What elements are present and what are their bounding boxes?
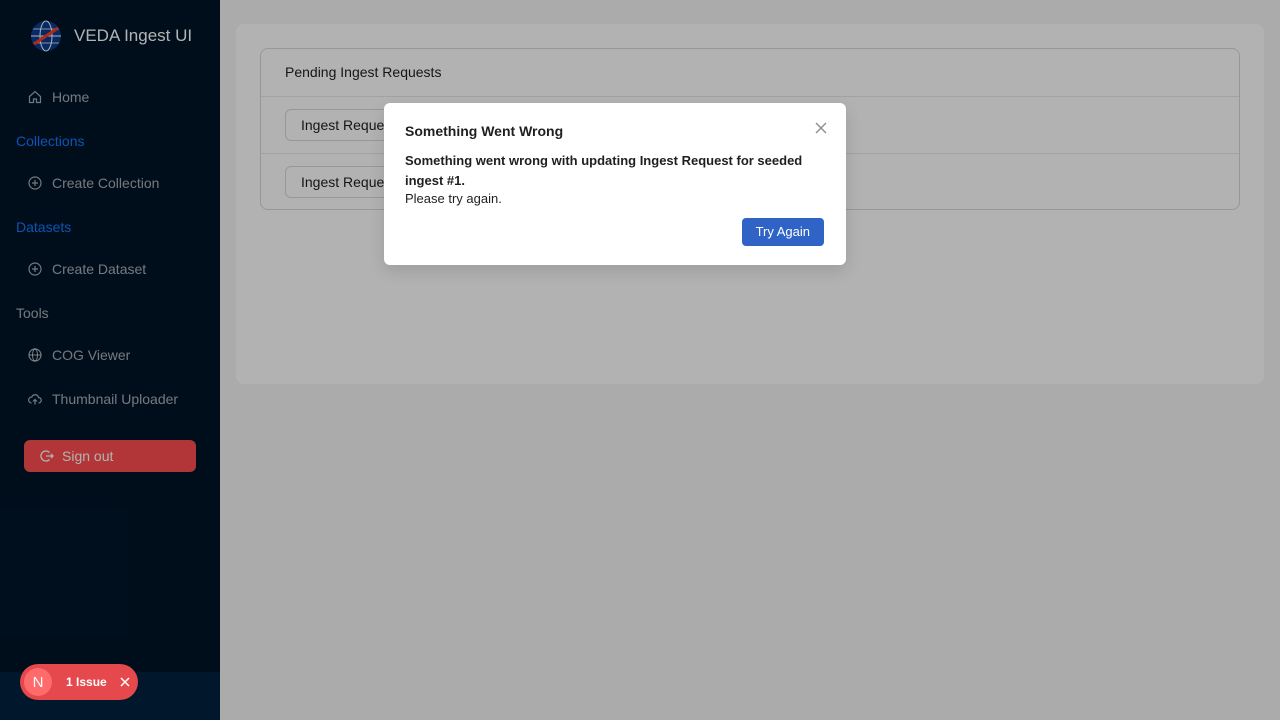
close-icon[interactable] [119, 676, 131, 688]
try-again-button[interactable]: Try Again [741, 218, 824, 246]
error-modal: Something Went Wrong Something went wron… [384, 103, 846, 265]
issue-badge[interactable]: N 1 Issue [20, 664, 138, 700]
n-logo-icon: N [24, 668, 52, 696]
modal-subtext: Please try again. [405, 191, 502, 206]
close-icon[interactable] [814, 121, 828, 135]
issue-count[interactable]: 1 Issue [66, 675, 107, 689]
modal-footer: Try Again [741, 218, 824, 246]
modal-message: Something went wrong with updating Inges… [405, 153, 803, 188]
modal-title: Something Went Wrong [405, 123, 564, 139]
